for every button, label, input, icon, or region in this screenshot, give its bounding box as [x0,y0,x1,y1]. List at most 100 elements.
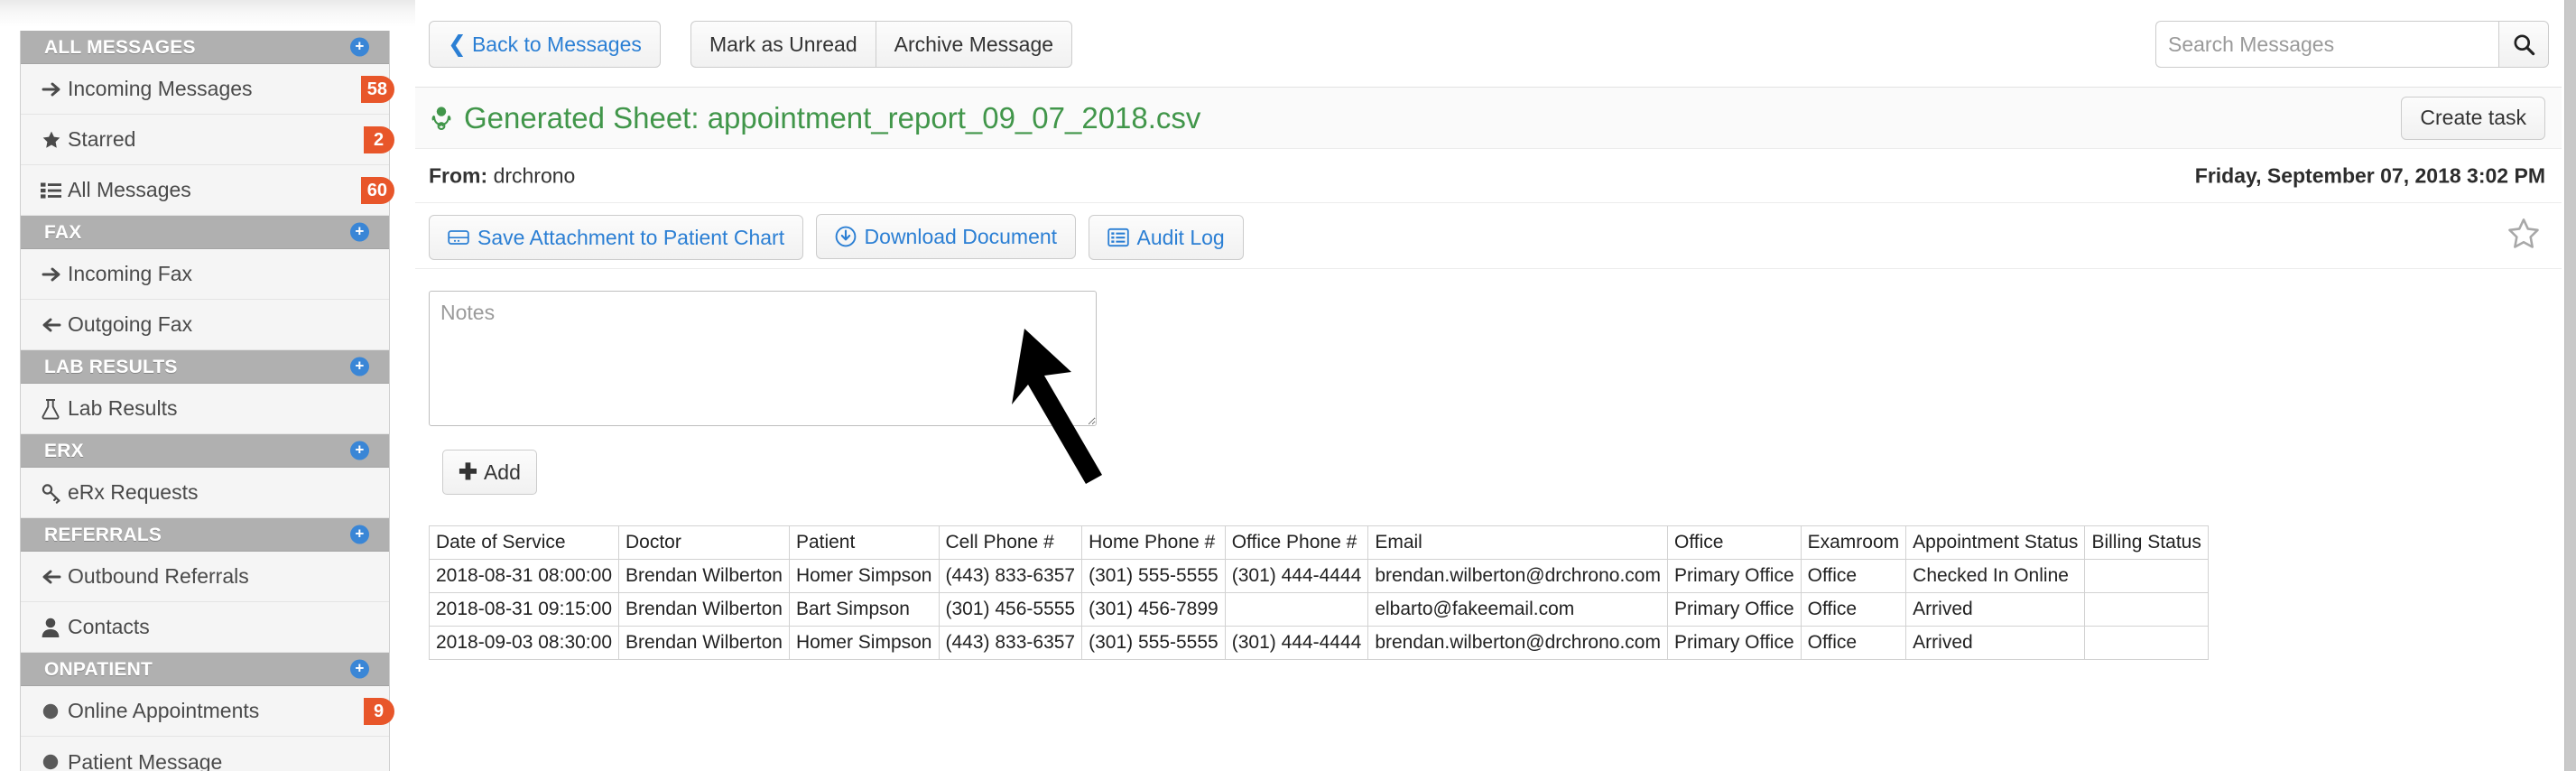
sidebar-item-lab-results[interactable]: Lab Results [21,384,389,434]
table-cell: Arrived [1905,626,2086,660]
sidebar-item-label: eRx Requests [68,480,199,504]
table-cell: Office [1800,559,1907,593]
table-cell: (443) 833-6357 [938,559,1083,593]
arrow-right-icon [41,264,68,285]
sidebar-item-starred[interactable]: Starred 2 [21,115,394,165]
sidebar-item-label: Incoming Fax [68,262,193,285]
table-cell: Homer Simpson [788,626,940,660]
sidebar-section-header: ERX + [21,434,389,468]
mark-as-unread-label: Mark as Unread [709,32,857,56]
table-cell: (301) 444-4444 [1224,559,1369,593]
sidebar-section-label: FAX [44,222,82,243]
table-cell: Primary Office [1666,626,1802,660]
page-title: Generated Sheet: appointment_report_09_0… [429,101,1200,135]
sidebar-item-badge: 58 [360,75,394,103]
sidebar-item-label: Outbound Referrals [68,564,249,588]
table-cell: (301) 444-4444 [1224,626,1369,660]
plus-circle-icon[interactable]: + [350,357,369,376]
table-cell: brendan.wilberton@drchrono.com [1367,626,1668,660]
back-to-messages-button[interactable]: ❮ Back to Messages [429,21,661,68]
add-note-button[interactable]: ✚ Add [442,450,537,495]
sidebar-section-header: ALL MESSAGES + [21,31,389,64]
sidebar-item-label: Incoming Messages [68,77,253,100]
sidebar-item-label: Patient Message [68,749,223,771]
sidebar: ALL MESSAGES + Incoming Messages 58 Starred 2… [20,31,394,771]
sidebar-item-label: Starred [68,127,136,151]
sidebar-item-online-appointments[interactable]: Online Appointments 9 [21,686,394,737]
table-column-header: Home Phone # [1081,525,1226,560]
notes-input[interactable] [429,291,1097,426]
sidebar-section-label: REFERRALS [44,525,162,545]
sidebar-section-header: LAB RESULTS + [21,350,389,384]
sidebar-item-incoming-messages[interactable]: Incoming Messages 58 [21,64,394,115]
mark-as-unread-button[interactable]: Mark as Unread [690,21,876,68]
table-cell: (301) 456-7899 [1081,592,1226,627]
create-task-button[interactable]: Create task [2401,96,2545,140]
from-label: From: [429,163,488,187]
table-cell [1224,592,1369,627]
table-column-header: Date of Service [429,525,619,560]
sidebar-section-label: ONPATIENT [44,659,153,680]
window-scrollbar[interactable] [2564,0,2576,771]
search-input[interactable] [2155,21,2498,68]
sidebar-section-label: LAB RESULTS [44,357,178,377]
table-column-header: Billing Status [2084,525,2209,560]
download-document-button[interactable]: Download Document [815,214,1077,259]
table-cell: Brendan Wilberton [618,626,790,660]
sidebar-item-contacts[interactable]: Contacts [21,602,389,653]
sheet-title-strip: Generated Sheet: appointment_report_09_0… [415,88,2562,149]
table-column-header: Doctor [618,525,790,560]
sidebar-item-badge: 2 [364,125,394,153]
table-cell: Bart Simpson [788,592,940,627]
plus-circle-icon[interactable]: + [350,441,369,460]
save-attachment-button[interactable]: Save Attachment to Patient Chart [429,215,804,260]
table-header-row: Date of Service Doctor Patient Cell Phone #… [429,525,2209,560]
plus-circle-icon[interactable]: + [350,37,369,57]
document-actions: Save Attachment to Patient Chart Downloa… [415,203,2562,269]
table-cell: Primary Office [1666,592,1802,627]
arrow-left-icon [41,314,68,336]
message-toolbar: ❮ Back to Messages Mark as Unread Archiv… [415,0,2562,88]
circle-icon [41,701,68,721]
sidebar-item-label: Contacts [68,615,150,638]
sidebar-item-patient-message[interactable]: Patient Message [21,737,389,771]
sidebar-item-badge: 9 [364,697,394,725]
plus-circle-icon[interactable]: + [350,525,369,544]
table-cell: (301) 456-5555 [938,592,1083,627]
table-cell: Checked In Online [1905,559,2086,593]
table-row: 2018-08-31 09:15:00 Brendan Wilberton Bart… [429,592,2209,627]
archive-message-label: Archive Message [894,32,1054,56]
save-attachment-label: Save Attachment to Patient Chart [477,225,785,249]
save-icon [448,228,469,247]
audit-log-button[interactable]: Audit Log [1088,215,1244,260]
archive-message-button[interactable]: Archive Message [875,21,1073,68]
search-button[interactable] [2498,21,2549,68]
table-row: 2018-09-03 08:30:00 Brendan Wilberton Home… [429,626,2209,660]
create-task-label: Create task [2420,106,2526,129]
add-note-label: Add [483,460,521,484]
table-cell: Primary Office [1666,559,1802,593]
generated-sheet-table-wrap: Date of Service Doctor Patient Cell Phone #… [429,525,2562,660]
table-cell [2084,626,2209,660]
table-cell: Brendan Wilberton [618,559,790,593]
notes-section: ✚ Add [415,269,2562,495]
sidebar-item-outgoing-fax[interactable]: Outgoing Fax [21,300,389,350]
sidebar-item-erx-requests[interactable]: eRx Requests [21,468,389,518]
table-column-header: Office [1666,525,1802,560]
plus-circle-icon[interactable]: + [350,222,369,242]
sidebar-section-label: ERX [44,441,84,461]
table-row: 2018-08-31 08:00:00 Brendan Wilberton Home… [429,559,2209,593]
key-icon [41,482,68,504]
star-message-toggle[interactable] [2506,216,2542,256]
plus-circle-icon[interactable]: + [350,659,369,679]
star-outline-icon [2508,218,2539,248]
sidebar-item-outbound-referrals[interactable]: Outbound Referrals [21,552,389,602]
sidebar-item-incoming-fax[interactable]: Incoming Fax [21,249,389,300]
sidebar-item-all-messages[interactable]: All Messages 60 [21,165,394,216]
user-icon [41,617,68,638]
message-meta-row: From: drchrono Friday, September 07, 201… [415,149,2562,203]
search-group [2155,21,2549,68]
app-window: ALL MESSAGES + Incoming Messages 58 Starred 2… [0,0,2576,771]
generated-sheet-table: Date of Service Doctor Patient Cell Phone #… [429,525,2209,660]
user-md-icon [429,106,454,131]
